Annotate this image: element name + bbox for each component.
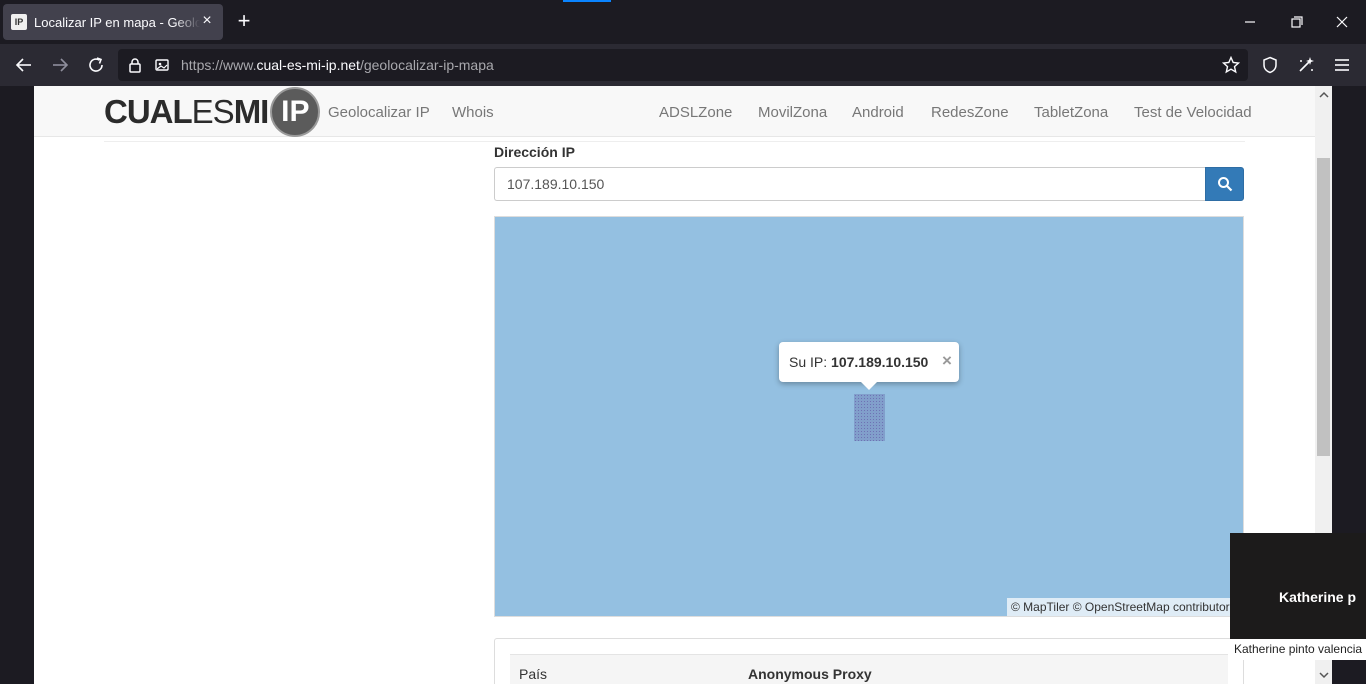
window-right-edge [1332,86,1366,533]
back-arrow-icon[interactable] [12,53,36,77]
menu-link-geolocalizar[interactable]: Geolocalizar IP [328,104,430,121]
logo-part-cual: CUAL [104,92,193,130]
menu-link-adslzone[interactable]: ADSLZone [659,104,732,121]
tab-title: Localizar IP en mapa - Geolocalizar IP [34,14,200,30]
map[interactable]: Su IP: 107.189.10.150 × © MapTiler © Ope… [494,216,1244,617]
tab-strip: IP Localizar IP en mapa - Geolocalizar I… [0,0,1366,44]
browser-tab[interactable]: IP Localizar IP en mapa - Geolocalizar I… [3,4,223,40]
scroll-up-icon[interactable] [1315,86,1332,103]
tab-close-icon[interactable]: × [199,13,215,29]
address-bar[interactable]: https://www.cual-es-mi-ip.net/geolocaliz… [118,49,1248,81]
menu-link-tabletzona[interactable]: TabletZona [1034,104,1108,121]
shield-icon[interactable] [1258,53,1282,77]
info-key: País [519,666,548,682]
url-path: /geolocalizar-ip-mapa [359,57,494,73]
search-icon [1217,177,1232,192]
url-domain: cual-es-mi-ip.net [256,57,360,73]
overlay-caption: Katherine pinto valencia [1230,639,1366,660]
menu-link-redeszone[interactable]: RedesZone [931,104,1009,121]
page-viewport: CUALESMI IP Geolocalizar IP Whois ADSLZo… [34,86,1332,684]
restore-icon[interactable] [1284,10,1308,34]
menu-link-movilzona[interactable]: MovilZona [758,104,827,121]
popup-ip: 107.189.10.150 [831,354,929,370]
minimize-icon[interactable] [1238,10,1262,34]
scroll-down-icon[interactable] [1315,666,1332,683]
logo-text: CUALESMI [104,92,270,131]
permissions-icon[interactable] [150,53,174,77]
info-panel: País Anonymous Proxy [494,638,1244,684]
forward-arrow-icon[interactable] [48,53,72,77]
close-window-icon[interactable] [1330,10,1354,34]
extensions-icon[interactable] [1294,53,1318,77]
url-text[interactable]: https://www.cual-es-mi-ip.net/geolocaliz… [181,57,494,73]
overlay-name: Katherine p [1279,589,1357,605]
info-value: Anonymous Proxy [748,666,872,682]
scrollbar-thumb[interactable] [1317,158,1330,456]
popup-close-icon[interactable]: × [939,352,955,370]
menu-link-whois[interactable]: Whois [452,104,494,121]
window-left-edge [0,86,34,684]
site-header: CUALESMI IP Geolocalizar IP Whois ADSLZo… [34,86,1315,137]
table-row: País Anonymous Proxy [510,654,1228,684]
ip-address-input[interactable]: 107.189.10.150 [494,167,1206,201]
ip-address-label: Dirección IP [494,144,575,160]
search-button[interactable] [1205,167,1244,201]
tab-loading-indicator [563,0,611,2]
site-logo[interactable]: CUALESMI IP [104,86,321,137]
url-prefix: https://www. [181,57,257,73]
map-popup: Su IP: 107.189.10.150 × [779,342,959,390]
divider [104,141,1245,142]
popup-text: Su IP: 107.189.10.150 [789,354,928,370]
menu-link-test-velocidad[interactable]: Test de Velocidad [1134,104,1252,121]
map-attribution[interactable]: © MapTiler © OpenStreetMap contributors [1007,598,1243,616]
popup-prefix: Su IP: [789,354,828,370]
location-marker[interactable] [854,394,885,441]
lock-icon[interactable] [123,53,147,77]
menu-link-android[interactable]: Android [852,104,904,121]
new-tab-icon[interactable]: + [232,10,256,34]
site-favicon-icon: IP [11,14,27,30]
navigation-toolbar: https://www.cual-es-mi-ip.net/geolocaliz… [0,44,1366,86]
logo-part-es: ES [191,92,235,130]
logo-badge: IP [270,86,321,137]
logo-part-mi: MI [233,92,270,130]
hamburger-menu-icon[interactable] [1330,53,1354,77]
reload-icon[interactable] [84,53,108,77]
bookmark-star-icon[interactable] [1219,53,1243,77]
